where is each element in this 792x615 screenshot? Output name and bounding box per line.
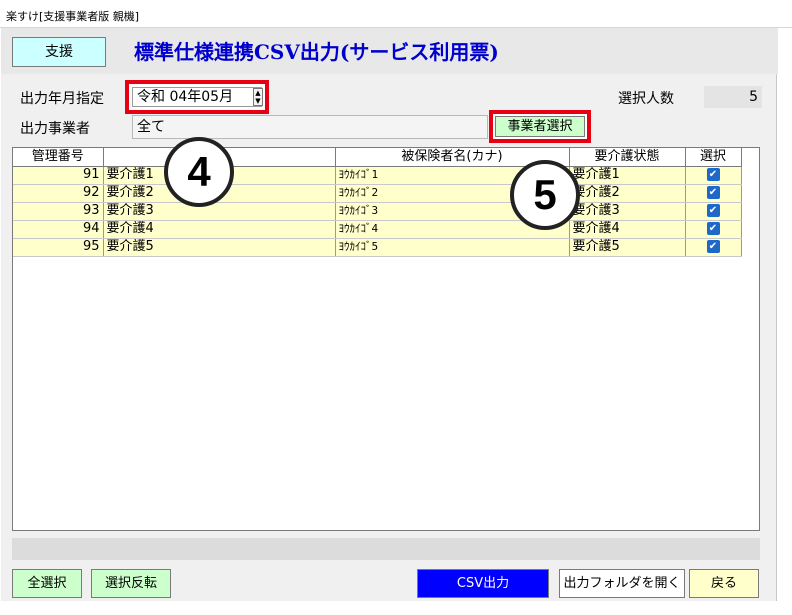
table-header: 管理番号 被保険者名(カナ) 要介護状態 選択: [13, 148, 742, 167]
callout-4: 4: [164, 137, 234, 207]
cell-care-level: 要介護5: [569, 238, 686, 257]
year-month-highlight: 令和 04年05月 ▲ ▼: [125, 80, 269, 114]
cell-select: ✔: [685, 220, 742, 239]
provider-select-button[interactable]: 事業者選択: [495, 116, 585, 137]
checkbox-checked-icon[interactable]: ✔: [706, 168, 720, 181]
cell-select: ✔: [685, 166, 742, 185]
column-header-select[interactable]: 選択: [685, 148, 742, 167]
spin-down-icon[interactable]: ▼: [254, 97, 262, 105]
cell-id: 95: [13, 238, 104, 257]
checkbox-checked-icon[interactable]: ✔: [706, 240, 720, 253]
cell-id: 91: [13, 166, 104, 185]
table-row[interactable]: 93 要介護3 ﾖｳｶｲｺﾞ3 要介護3 ✔: [13, 202, 742, 221]
callout-5: 5: [510, 160, 580, 230]
spin-up-icon[interactable]: ▲: [254, 89, 262, 97]
window-edge: [778, 28, 792, 615]
cell-care-level: 要介護1: [569, 166, 686, 185]
back-button[interactable]: 戻る: [689, 569, 759, 598]
cell-name: 要介護4: [103, 220, 336, 239]
cell-care-level: 要介護4: [569, 220, 686, 239]
cell-care-level: 要介護3: [569, 202, 686, 221]
checkbox-checked-icon[interactable]: ✔: [706, 204, 720, 217]
open-folder-button[interactable]: 出力フォルダを開く: [559, 569, 685, 598]
column-header-care-level[interactable]: 要介護状態: [569, 148, 686, 167]
page-title: 標準仕様連携CSV出力(サービス利用票): [134, 40, 499, 64]
provider-button-highlight: 事業者選択: [489, 110, 591, 143]
mode-badge: 支援: [12, 37, 106, 67]
user-table: 管理番号 被保険者名(カナ) 要介護状態 選択 91 要介護1 ﾖｳｶｲｺﾞ1 …: [12, 147, 760, 531]
cell-id: 93: [13, 202, 104, 221]
invert-selection-button[interactable]: 選択反転: [91, 569, 171, 598]
cell-kana: ﾖｳｶｲｺﾞ5: [335, 238, 570, 257]
cell-id: 92: [13, 184, 104, 203]
status-bar: [12, 538, 760, 560]
provider-field[interactable]: 全て: [132, 115, 488, 139]
year-month-label: 出力年月指定: [20, 91, 104, 107]
cell-id: 94: [13, 220, 104, 239]
cell-name: 要介護5: [103, 238, 336, 257]
cell-select: ✔: [685, 184, 742, 203]
selected-count-label: 選択人数: [618, 91, 674, 107]
cell-select: ✔: [685, 202, 742, 221]
provider-label: 出力事業者: [20, 121, 90, 137]
checkbox-checked-icon[interactable]: ✔: [706, 222, 720, 235]
table-row[interactable]: 92 要介護2 ﾖｳｶｲｺﾞ2 要介護2 ✔: [13, 184, 742, 203]
cell-name: 要介護3: [103, 202, 336, 221]
cell-select: ✔: [685, 238, 742, 257]
csv-output-button[interactable]: CSV出力: [417, 569, 549, 598]
select-all-button[interactable]: 全選択: [12, 569, 82, 598]
table-row[interactable]: 95 要介護5 ﾖｳｶｲｺﾞ5 要介護5 ✔: [13, 238, 742, 257]
table-row[interactable]: 94 要介護4 ﾖｳｶｲｺﾞ4 要介護4 ✔: [13, 220, 742, 239]
selected-count-value: 5: [704, 86, 762, 108]
cell-care-level: 要介護2: [569, 184, 686, 203]
table-row[interactable]: 91 要介護1 ﾖｳｶｲｺﾞ1 要介護1 ✔: [13, 166, 742, 185]
checkbox-checked-icon[interactable]: ✔: [706, 186, 720, 199]
year-month-field[interactable]: 令和 04年05月: [132, 87, 262, 107]
year-month-spinner[interactable]: ▲ ▼: [253, 88, 263, 106]
window-title: 楽すけ[支援事業者版 親機]: [0, 0, 792, 28]
column-header-id[interactable]: 管理番号: [13, 148, 104, 167]
